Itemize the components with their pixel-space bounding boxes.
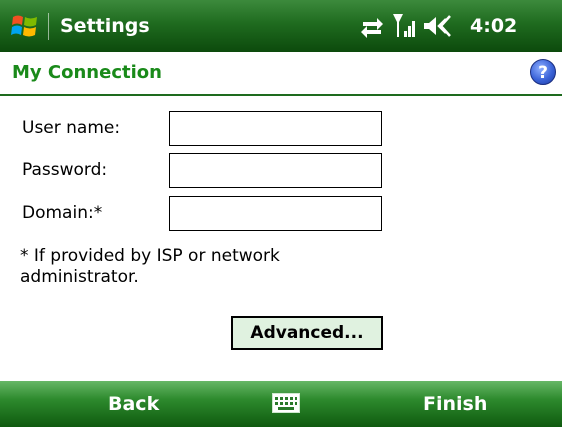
title-separator <box>48 13 49 40</box>
title-bar: Settings 4:02 <box>0 0 562 52</box>
domain-label: Domain:* <box>22 203 103 223</box>
page-header: My Connection ? <box>0 52 562 96</box>
domain-note: * If provided by ISP or network administ… <box>20 246 280 287</box>
password-label: Password: <box>22 160 108 180</box>
page-title: My Connection <box>12 62 162 83</box>
advanced-button[interactable]: Advanced... <box>231 316 383 350</box>
username-field[interactable] <box>169 111 382 146</box>
softkey-bar: Back Finish <box>0 381 562 427</box>
connectivity-icon[interactable] <box>360 11 384 41</box>
keyboard-icon[interactable] <box>272 393 300 413</box>
domain-field[interactable] <box>169 196 382 231</box>
finish-button[interactable]: Finish <box>423 391 487 417</box>
signal-icon[interactable] <box>392 11 416 41</box>
volume-icon[interactable] <box>422 11 452 41</box>
windows-start-icon[interactable] <box>10 11 40 41</box>
app-title: Settings <box>60 15 150 37</box>
username-label: User name: <box>22 118 121 138</box>
help-icon[interactable]: ? <box>530 59 556 85</box>
clock[interactable]: 4:02 <box>470 13 517 39</box>
password-field[interactable] <box>169 153 382 188</box>
back-button[interactable]: Back <box>108 391 159 417</box>
